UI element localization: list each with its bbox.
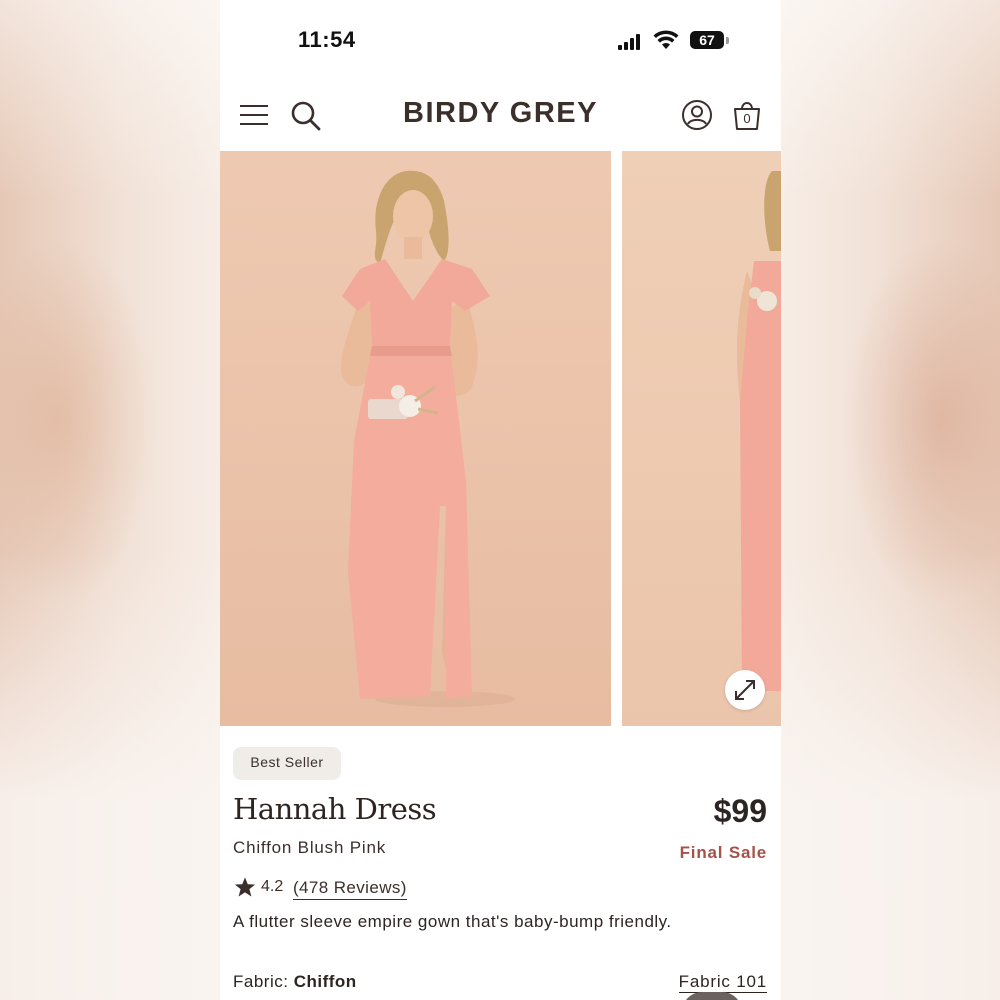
battery-cap [726,37,729,44]
floating-chat-button[interactable] [682,992,742,1000]
reviews-link[interactable]: (478 Reviews) [293,878,407,900]
cellular-signal-icon [618,34,644,50]
product-description: A flutter sleeve empire gown that's baby… [233,912,672,931]
account-icon[interactable] [681,99,713,131]
final-sale-label: Final Sale [679,843,767,862]
product-variant: Chiffon Blush Pink [233,838,386,857]
fabric-row: Fabric: Chiffon [233,972,357,992]
fabric-label: Fabric: [233,972,289,991]
model-maternity-image [736,171,781,691]
wifi-icon [653,30,679,49]
product-title: Hannah Dress [233,792,437,826]
product-gallery[interactable] [220,151,781,726]
phone-screen: 11:54 67 BIRDY GREY 0 Best Seller Hannah… [220,0,781,1000]
fabric-101-link[interactable]: Fabric 101 [678,972,767,993]
best-seller-badge: Best Seller [233,747,341,780]
model-in-dress-image [341,170,515,707]
expand-icon [735,680,755,700]
expand-gallery-button[interactable] [725,670,765,710]
site-header: BIRDY GREY 0 [220,85,781,147]
product-price: $99 [713,793,767,829]
product-photo-main[interactable] [220,151,611,726]
rating-value: 4.2 [261,878,284,895]
cart-count: 0 [743,111,751,126]
cart-button[interactable]: 0 [732,99,762,131]
fabric-value: Chiffon [293,972,357,991]
status-bar: 11:54 67 [220,0,781,80]
battery-icon: 67 [690,31,724,49]
star-icon [234,877,256,897]
status-time: 11:54 [298,27,356,52]
product-photo-secondary[interactable] [622,151,781,726]
